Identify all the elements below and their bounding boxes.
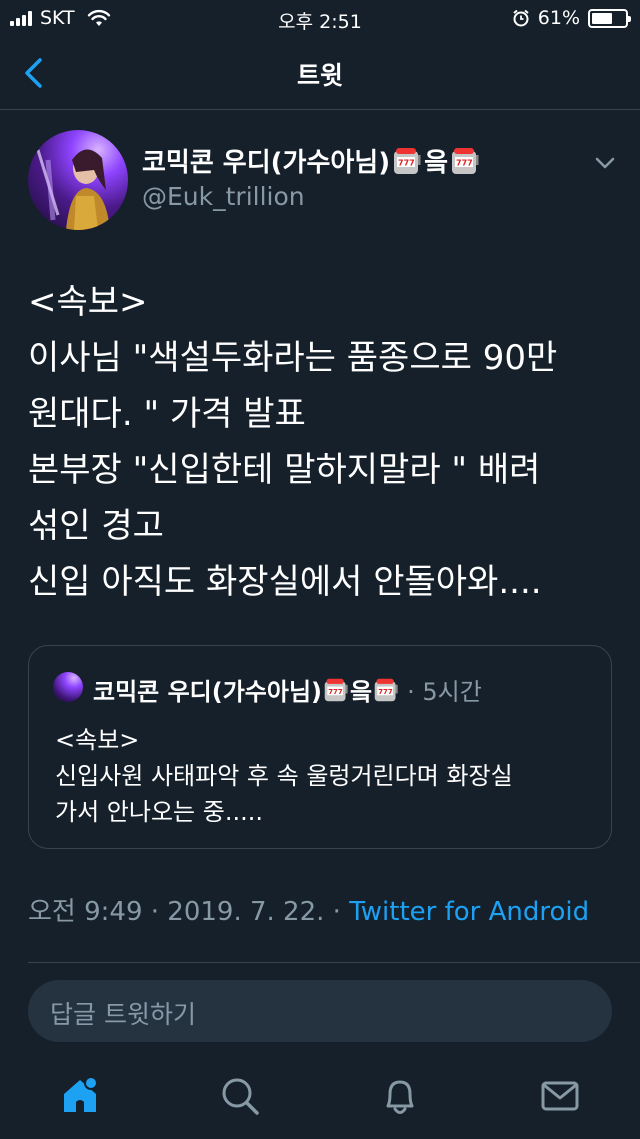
tweet-text-line: 섞인 경고 — [28, 506, 164, 546]
author-name-suffix: 읔 — [424, 148, 449, 178]
battery-percent: 61% — [537, 7, 580, 29]
tab-bar — [0, 1060, 640, 1139]
quoted-tweet-header: 코믹콘 우디(가수아님) 777 읔 777 · 5시간 — [93, 672, 482, 707]
quoted-author-name-suffix: 읔 — [350, 678, 373, 706]
chevron-down-icon[interactable] — [594, 155, 616, 171]
tweet-timestamp: 오전 9:49 · 2019. 7. 22. · — [28, 897, 350, 927]
home-icon[interactable] — [58, 1074, 102, 1118]
author-handle[interactable]: @Euk_trillion — [142, 182, 305, 211]
notifications-icon[interactable] — [378, 1074, 422, 1118]
status-right: 61% — [512, 7, 631, 29]
slot-machine-icon: 777 — [374, 678, 398, 701]
tweet-text-line: 신입 아직도 화장실에서 안돌아와.... — [28, 562, 542, 602]
quoted-tweet[interactable]: 코믹콘 우디(가수아님) 777 읔 777 · 5시간 <속보> 신입사원 사… — [28, 645, 612, 849]
svg-text:777: 777 — [456, 158, 473, 167]
svg-text:777: 777 — [328, 687, 343, 695]
author-avatar[interactable] — [28, 130, 128, 230]
tweet-text: <속보> 이사님 "색설두화라는 품종으로 90만 원대다. " 가격 발표 본… — [28, 274, 618, 610]
tweet-source-link[interactable]: Twitter for Android — [349, 897, 589, 927]
slot-machine-icon: 777 — [394, 147, 421, 174]
quoted-tweet-text: <속보> 신입사원 사태파악 후 속 울렁거린다며 화장실 가서 안나오는 중.… — [55, 722, 595, 830]
quoted-text-line: <속보> — [55, 726, 140, 754]
author-name-text: 코믹콘 우디(가수아님) — [142, 148, 391, 178]
tweet-meta: 오전 9:49 · 2019. 7. 22. · Twitter for And… — [28, 891, 589, 928]
slot-machine-icon: 777 — [324, 678, 348, 701]
quoted-text-line: 가서 안나오는 중..... — [55, 798, 263, 826]
messages-icon[interactable] — [538, 1074, 582, 1118]
search-icon[interactable] — [218, 1074, 262, 1118]
battery-icon — [588, 8, 631, 28]
status-bar: SKT 오후 2:51 61% — [0, 0, 640, 36]
page-title: 트윗 — [296, 61, 343, 90]
author-name[interactable]: 코믹콘 우디(가수아님) 777 읔 777 — [142, 142, 480, 179]
svg-text:777: 777 — [378, 687, 393, 695]
slot-machine-icon: 777 — [452, 147, 479, 174]
tweet-text-line: 원대다. " 가격 발표 — [28, 394, 306, 434]
divider — [28, 962, 640, 963]
svg-text:777: 777 — [398, 158, 415, 167]
tweet-text-line: 이사님 "색설두화라는 품종으로 90만 — [28, 338, 558, 378]
quoted-text-line: 신입사원 사태파악 후 속 울렁거린다며 화장실 — [55, 762, 513, 790]
tweet-text-line: <속보> — [28, 282, 148, 322]
alarm-icon — [513, 9, 529, 27]
tweet-text-line: 본부장 "신입한테 말하지말라 " 배려 — [28, 450, 541, 490]
nav-header: 트윗 — [0, 36, 640, 110]
reply-input[interactable]: 답글 트윗하기 — [28, 980, 612, 1042]
battery-fill — [592, 12, 612, 24]
quoted-author-avatar — [53, 672, 83, 702]
quoted-tweet-time: · 5시간 — [407, 678, 482, 706]
quoted-author-name: 코믹콘 우디(가수아님) — [93, 678, 323, 706]
